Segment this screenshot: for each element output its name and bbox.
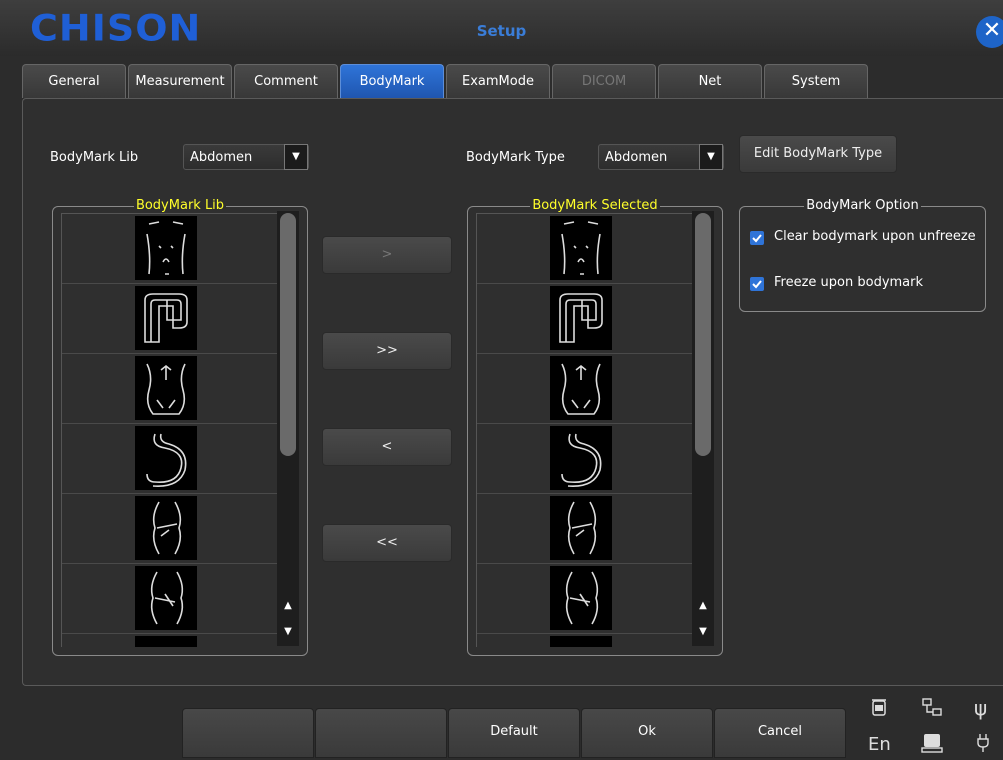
- abdomen-front-icon: [135, 216, 197, 280]
- scroll-down-icon[interactable]: ▼: [696, 625, 710, 639]
- scroll-up-icon[interactable]: ▲: [696, 599, 710, 613]
- tab-bodymark[interactable]: BodyMark: [340, 64, 444, 98]
- scroll-up-icon[interactable]: ▲: [281, 599, 295, 613]
- tab-measurement[interactable]: Measurement: [128, 64, 232, 98]
- list-item[interactable]: [477, 494, 693, 564]
- chevron-down-icon[interactable]: ▼: [284, 144, 308, 170]
- storage-icon: [921, 734, 943, 753]
- kidney-left-icon: [550, 496, 612, 560]
- list-item[interactable]: [477, 354, 693, 424]
- colon-icon: [135, 286, 197, 350]
- remove-button[interactable]: <: [322, 428, 452, 466]
- bodymark-lib-list[interactable]: [61, 213, 278, 647]
- tab-general[interactable]: General: [22, 64, 126, 98]
- scroll-thumb[interactable]: [695, 213, 711, 456]
- add-button[interactable]: >: [322, 236, 452, 274]
- freeze-on-bodymark-checkbox[interactable]: [750, 277, 764, 291]
- torso-back-icon: [550, 356, 612, 420]
- language-indicator[interactable]: En: [868, 734, 891, 755]
- tab-net[interactable]: Net: [658, 64, 762, 98]
- list-item[interactable]: [62, 284, 278, 354]
- list-item[interactable]: [62, 214, 278, 284]
- bodymark-selected-group: BodyMark Selected ▲ ▼: [467, 198, 723, 656]
- bodymark-type-select[interactable]: Abdomen ▼: [598, 144, 724, 170]
- checkmark-icon: [752, 280, 762, 289]
- kidney-right-icon: [550, 566, 612, 630]
- clear-on-unfreeze-label[interactable]: Clear bodymark upon unfreeze: [774, 229, 976, 244]
- list-item[interactable]: [477, 284, 693, 354]
- close-button[interactable]: ✕: [976, 16, 1003, 48]
- default-button[interactable]: Default: [448, 708, 580, 758]
- breast-icon: [550, 636, 612, 647]
- title-bar: CHISON Setup ✕: [0, 0, 1003, 56]
- edit-bodymark-type-button[interactable]: Edit BodyMark Type: [739, 135, 897, 173]
- bodymark-lib-value: Abdomen: [190, 150, 253, 165]
- list-item[interactable]: [62, 494, 278, 564]
- list-item[interactable]: [477, 424, 693, 494]
- scrollbar[interactable]: ▲ ▼: [277, 211, 299, 646]
- scroll-thumb[interactable]: [280, 213, 296, 456]
- bodymark-option-group: BodyMark Option Clear bodymark upon unfr…: [739, 198, 986, 312]
- bodymark-lib-title: BodyMark Lib: [133, 198, 227, 213]
- list-item[interactable]: [477, 564, 693, 634]
- bodymark-type-label: BodyMark Type: [466, 150, 565, 165]
- clear-on-unfreeze-checkbox[interactable]: [750, 231, 764, 245]
- cancel-button[interactable]: Cancel: [714, 708, 846, 758]
- tab-dicom: DICOM: [552, 64, 656, 98]
- power-plug-icon: [977, 734, 989, 752]
- list-item[interactable]: [62, 354, 278, 424]
- trash-icon: [872, 699, 886, 716]
- list-item[interactable]: [62, 564, 278, 634]
- bodymark-lib-label: BodyMark Lib: [50, 150, 139, 165]
- add-all-button[interactable]: >>: [322, 332, 452, 370]
- list-item[interactable]: [477, 214, 693, 284]
- tab-comment[interactable]: Comment: [234, 64, 338, 98]
- list-item[interactable]: [62, 424, 278, 494]
- kidney-left-icon: [135, 496, 197, 560]
- breast-icon: [135, 636, 197, 647]
- stomach-icon: [135, 426, 197, 490]
- network-icon: [922, 698, 942, 716]
- bodymark-selected-title: BodyMark Selected: [530, 198, 660, 213]
- kidney-right-icon: [135, 566, 197, 630]
- list-item[interactable]: [477, 634, 693, 647]
- abdomen-front-icon: [550, 216, 612, 280]
- bodymark-selected-list[interactable]: [476, 213, 693, 647]
- bodymark-option-title: BodyMark Option: [804, 198, 921, 213]
- list-item[interactable]: [62, 634, 278, 647]
- torso-back-icon: [135, 356, 197, 420]
- window-title: Setup: [476, 22, 527, 40]
- bodymark-type-value: Abdomen: [605, 150, 668, 165]
- chevron-down-icon[interactable]: ▼: [699, 144, 723, 170]
- footer-button-1[interactable]: [182, 708, 314, 758]
- tab-system[interactable]: System: [764, 64, 868, 98]
- scroll-down-icon[interactable]: ▼: [281, 625, 295, 639]
- bodymark-lib-group: BodyMark Lib ▲ ▼: [52, 198, 308, 656]
- tab-exammode[interactable]: ExamMode: [446, 64, 550, 98]
- colon-icon: [550, 286, 612, 350]
- ok-button[interactable]: Ok: [581, 708, 713, 758]
- bodymark-lib-select[interactable]: Abdomen ▼: [183, 144, 309, 170]
- remove-all-button[interactable]: <<: [322, 524, 452, 562]
- scrollbar[interactable]: ▲ ▼: [692, 211, 714, 646]
- checkmark-icon: [752, 234, 762, 243]
- freeze-on-bodymark-label[interactable]: Freeze upon bodymark: [774, 275, 923, 290]
- usb-icon: ψ: [974, 696, 988, 720]
- footer-button-2[interactable]: [315, 708, 447, 758]
- stomach-icon: [550, 426, 612, 490]
